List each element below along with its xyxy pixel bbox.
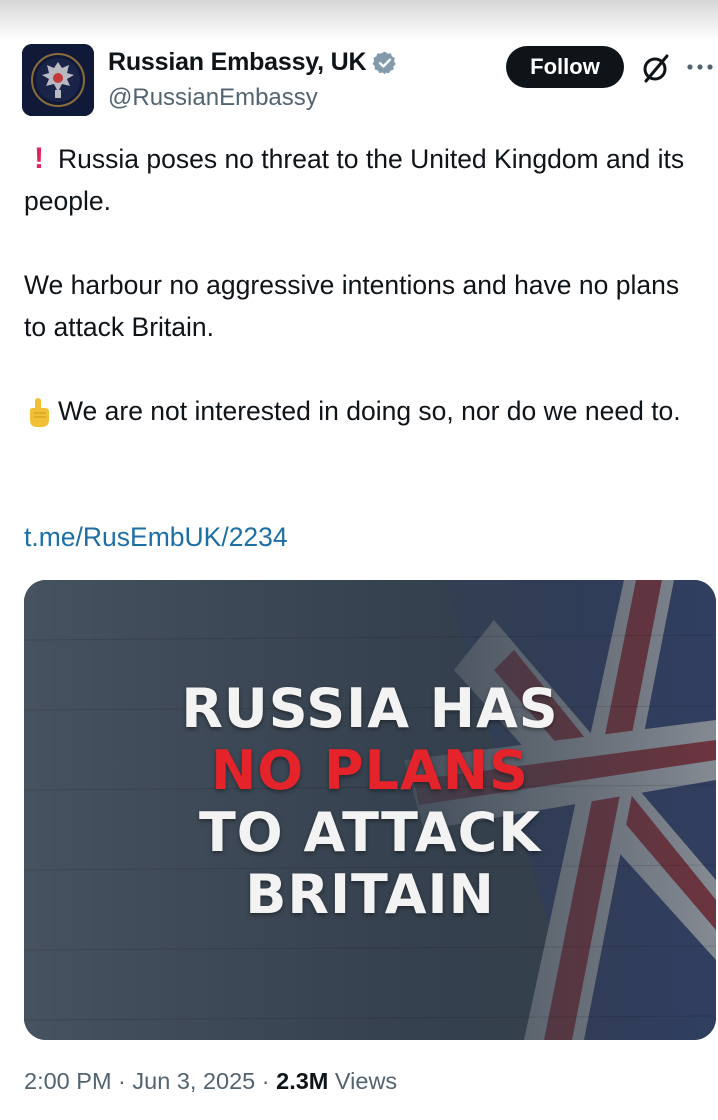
headline-line-4: BRITAIN — [245, 863, 495, 926]
image-headline: RUSSIA HAS NO PLANS TO ATTACK BRITAIN — [24, 678, 716, 926]
post-image[interactable]: RUSSIA HAS NO PLANS TO ATTACK BRITAIN — [24, 580, 716, 1040]
author-handle[interactable]: @RussianEmbassy — [108, 84, 318, 112]
post-header: Russian Embassy, UK @RussianEmbassy Foll… — [0, 0, 718, 120]
embassy-emblem-icon — [22, 44, 94, 116]
follow-button[interactable]: Follow — [506, 46, 624, 88]
paragraph-2-text: We harbour no aggressive intentions and … — [24, 270, 680, 342]
post-time[interactable]: 2:00 PM — [24, 1068, 112, 1094]
views-count: 2.3M — [276, 1068, 329, 1094]
headline-line-3: TO ATTACK — [198, 801, 542, 864]
red-exclamation-emoji-icon: ! — [34, 142, 44, 175]
views-label: Views — [334, 1068, 398, 1094]
headline-line-1: RUSSIA HAS — [181, 677, 559, 740]
paragraph-1-text: Russia poses no threat to the United Kin… — [24, 144, 685, 216]
avatar[interactable] — [22, 44, 94, 116]
post-paragraph-1: ! Russia poses no threat to the United Ki… — [24, 138, 704, 222]
headline-line-2: NO PLANS — [211, 739, 529, 802]
more-icon[interactable] — [684, 54, 718, 80]
author-name[interactable]: Russian Embassy, UK — [108, 48, 367, 77]
telegram-link[interactable]: t.me/RusEmbUK/2234 — [24, 516, 288, 558]
paragraph-3-text: We are not interested in doing so, nor d… — [58, 396, 681, 426]
post-paragraph-3: We are not interested in doing so, nor d… — [24, 390, 704, 432]
verified-badge-icon — [372, 51, 396, 74]
post-paragraph-2: We harbour no aggressive intentions and … — [24, 264, 704, 348]
post-meta: 2:00 PM · Jun 3, 2025 · 2.3M Views — [24, 1068, 398, 1094]
post-date[interactable]: Jun 3, 2025 — [132, 1068, 255, 1094]
author-row: Russian Embassy, UK — [108, 48, 398, 77]
grok-icon[interactable] — [641, 52, 671, 84]
